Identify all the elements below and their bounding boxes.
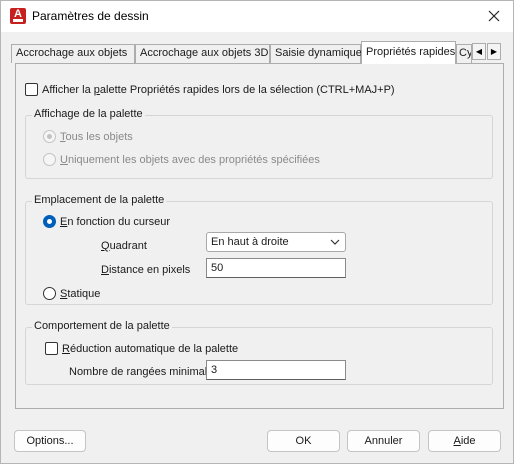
- chevron-right-icon: ▶: [490, 47, 498, 56]
- palette-location-group: Emplacement de la palette En fonction du…: [25, 194, 493, 305]
- radio-specified-objects-label: Uniquement les objets avec des propriété…: [60, 153, 320, 166]
- tab-scroll-left-button[interactable]: ◀: [472, 43, 486, 60]
- radio-cursor-dependent-dot[interactable]: [43, 215, 56, 228]
- chevron-down-icon: [330, 239, 340, 245]
- palette-behavior-group: Comportement de la palette Réduction aut…: [25, 320, 493, 385]
- radio-cursor-dependent[interactable]: En fonction du curseur: [43, 215, 170, 228]
- close-button[interactable]: [481, 5, 507, 27]
- radio-all-objects-label: Tous les objets: [60, 130, 133, 143]
- chevron-left-icon: ◀: [475, 47, 483, 56]
- quadrant-value: En haut à droite: [211, 236, 289, 248]
- palette-display-group: Affichage de la palette Tous les objets …: [25, 108, 493, 179]
- radio-static-label: Statique: [60, 287, 101, 300]
- drawing-settings-dialog: A Paramètres de dessin Accrochage aux ob…: [0, 0, 514, 464]
- radio-all-objects[interactable]: Tous les objets: [43, 130, 133, 143]
- distance-input[interactable]: 50: [206, 258, 346, 278]
- tab-quick-properties[interactable]: Propriétés rapides: [361, 41, 456, 64]
- min-rows-input[interactable]: 3: [206, 360, 346, 380]
- close-icon: [488, 10, 500, 22]
- tab-scroll-right-button[interactable]: ▶: [487, 43, 501, 60]
- tab-3d-object-snap[interactable]: Accrochage aux objets 3D: [135, 44, 270, 63]
- radio-static[interactable]: Statique: [43, 287, 100, 300]
- options-button[interactable]: Options...: [14, 430, 86, 452]
- auto-collapse-checkbox-box[interactable]: [45, 342, 58, 355]
- distance-label: Distance en pixels: [101, 264, 191, 276]
- title-bar[interactable]: A Paramètres de dessin: [1, 1, 513, 32]
- quadrant-label: Quadrant: [101, 240, 147, 252]
- quadrant-select[interactable]: En haut à droite: [206, 232, 346, 252]
- palette-display-title: Affichage de la palette: [32, 108, 145, 120]
- show-palette-checkbox[interactable]: Afficher la palette Propriétés rapides l…: [25, 83, 395, 96]
- quick-properties-panel: Afficher la palette Propriétés rapides l…: [15, 63, 504, 409]
- tab-strip: Accrochage aux objets Accrochage aux obj…: [11, 41, 505, 64]
- autocad-logo-icon: A: [10, 8, 26, 24]
- auto-collapse-checkbox[interactable]: Réduction automatique de la palette: [45, 342, 238, 355]
- show-palette-checkbox-box[interactable]: [25, 83, 38, 96]
- show-palette-label: Afficher la palette Propriétés rapides l…: [42, 83, 395, 96]
- radio-specified-objects-dot[interactable]: [43, 153, 56, 166]
- radio-all-objects-dot[interactable]: [43, 130, 56, 143]
- tab-object-snap[interactable]: Accrochage aux objets: [11, 44, 135, 63]
- radio-static-dot[interactable]: [43, 287, 56, 300]
- radio-specified-objects[interactable]: Uniquement les objets avec des propriété…: [43, 153, 320, 166]
- ok-button[interactable]: OK: [267, 430, 340, 452]
- palette-location-title: Emplacement de la palette: [32, 194, 167, 206]
- auto-collapse-label: Réduction automatique de la palette: [62, 342, 239, 355]
- app-icon-strip: [13, 19, 23, 22]
- min-rows-label: Nombre de rangées minimal: [69, 366, 208, 378]
- cancel-button[interactable]: Annuler: [347, 430, 420, 452]
- help-button[interactable]: Aide: [428, 430, 501, 452]
- radio-cursor-dependent-label: En fonction du curseur: [60, 215, 171, 228]
- tab-cycling[interactable]: Cy: [456, 44, 472, 63]
- tab-dynamic-input[interactable]: Saisie dynamique: [270, 44, 362, 63]
- window-title: Paramètres de dessin: [32, 9, 149, 23]
- palette-behavior-title: Comportement de la palette: [32, 320, 172, 332]
